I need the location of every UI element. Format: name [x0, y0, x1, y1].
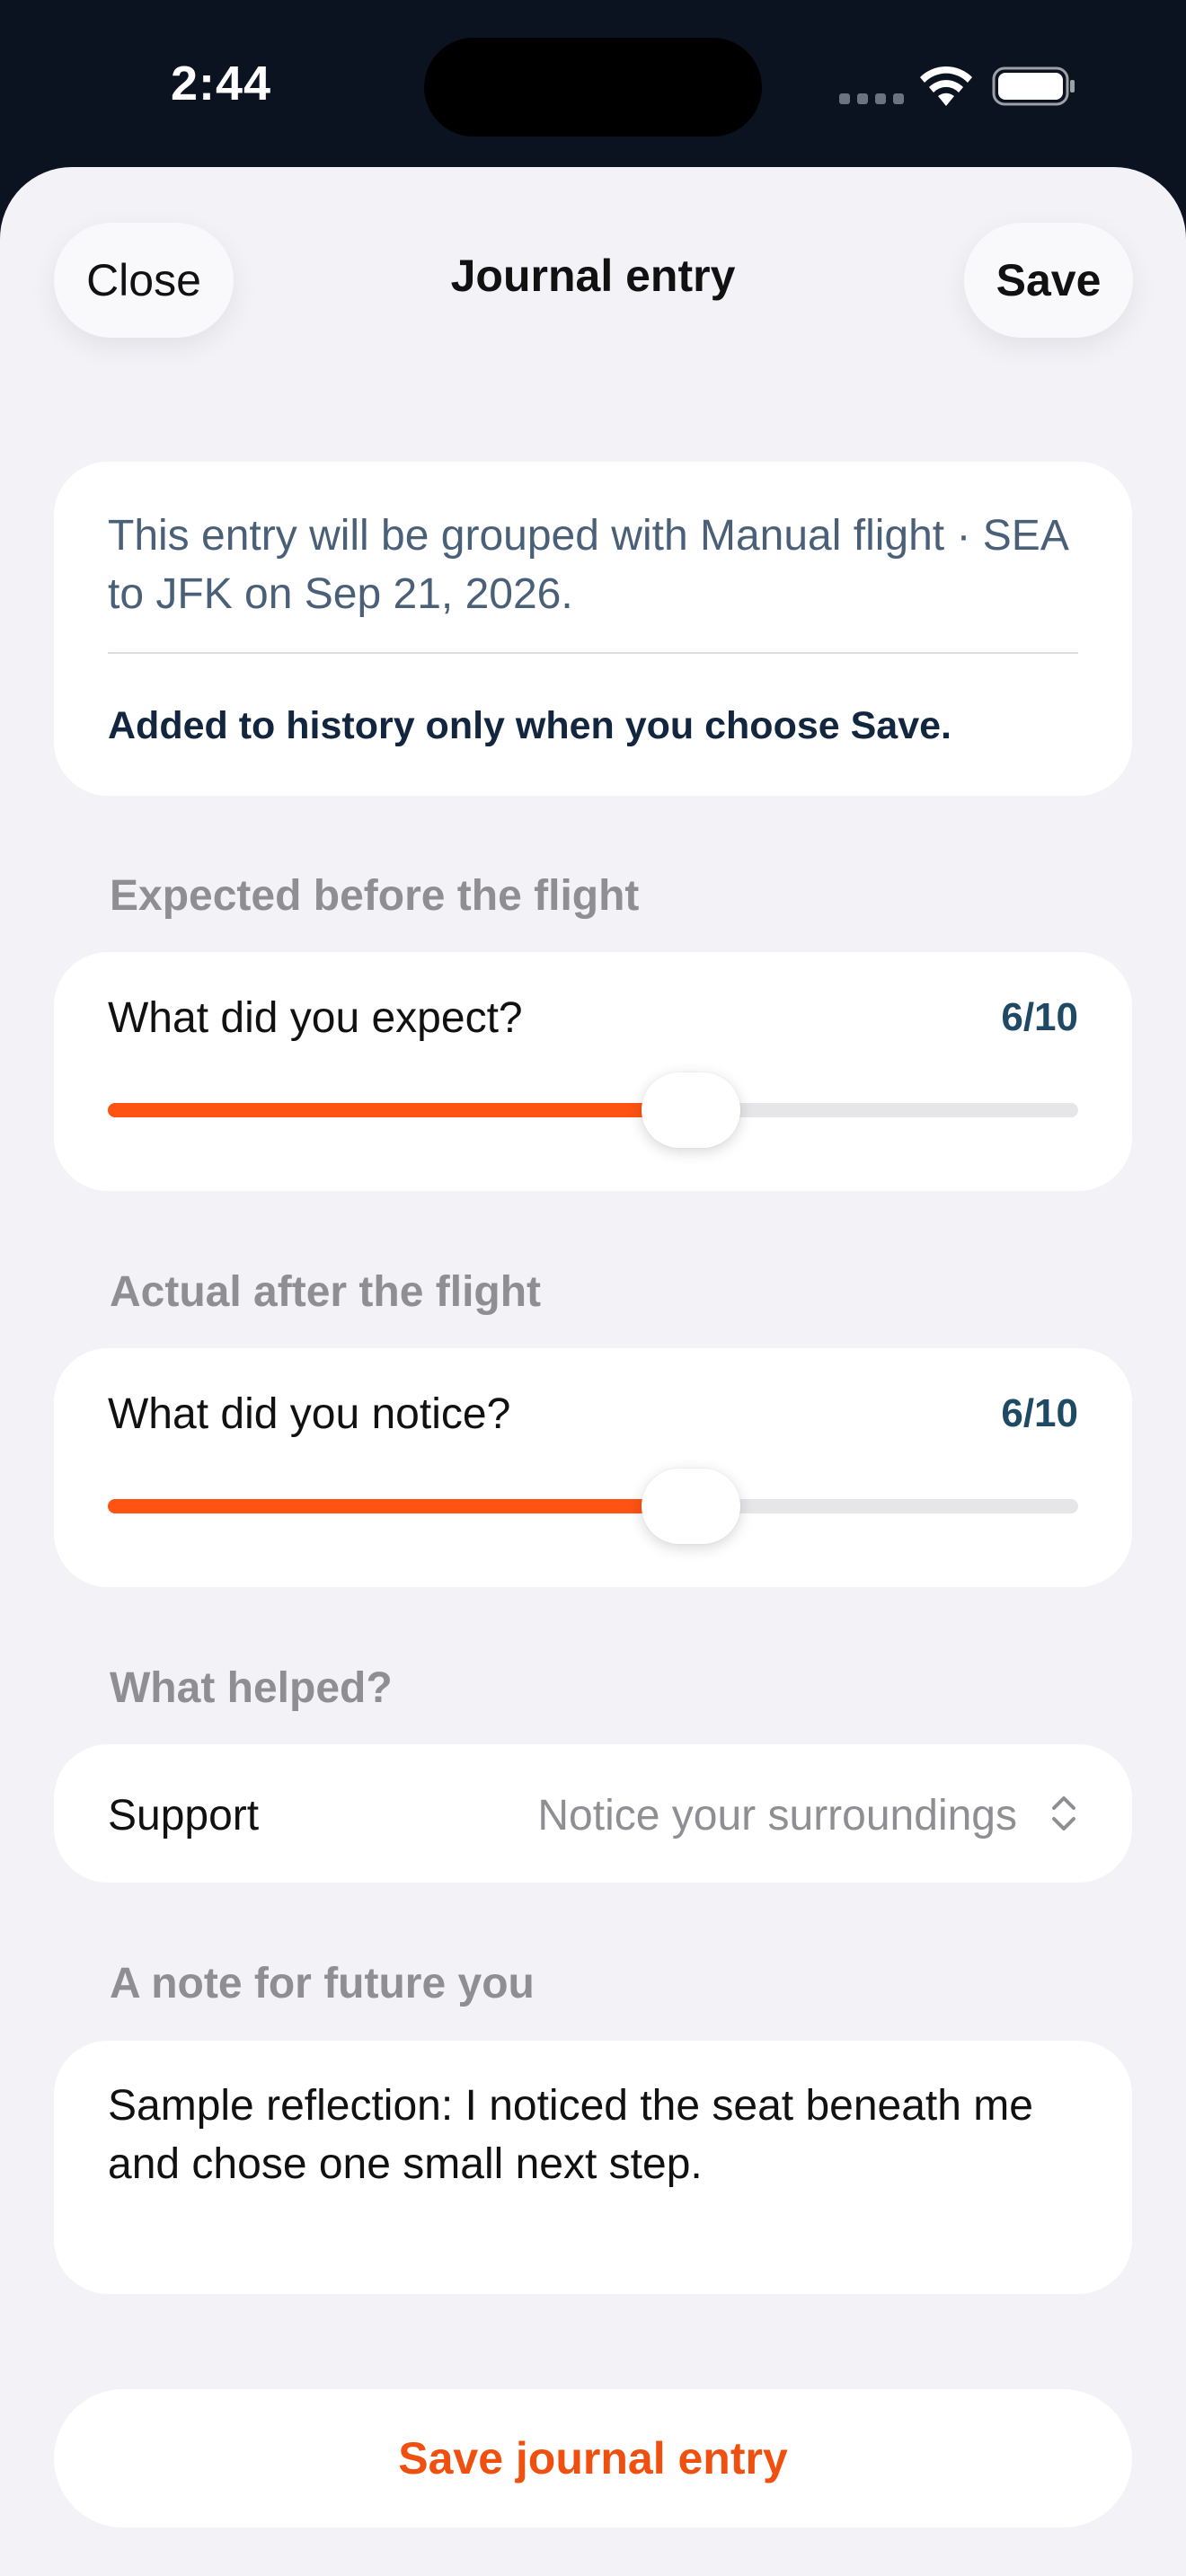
- expected-section-label: Expected before the flight: [110, 872, 640, 920]
- expected-card: What did you expect? 6/10: [54, 952, 1132, 1191]
- history-note: Added to history only when you choose Sa…: [108, 704, 951, 747]
- actual-card: What did you notice? 6/10: [54, 1348, 1132, 1587]
- actual-value: 6/10: [1001, 1391, 1078, 1435]
- support-picker[interactable]: Support Notice your surroundings: [54, 1744, 1132, 1883]
- expected-value: 6/10: [1001, 995, 1078, 1039]
- actual-slider-track[interactable]: [108, 1469, 1078, 1544]
- chevron-up-down-icon: [1052, 1796, 1075, 1831]
- note-section-label: A note for future you: [110, 1960, 535, 2007]
- expected-slider-thumb[interactable]: [642, 1072, 740, 1148]
- support-label: Support: [108, 1792, 260, 1839]
- expected-slider-track[interactable]: [108, 1072, 1078, 1148]
- actual-question: What did you notice?: [108, 1390, 511, 1438]
- grouping-text: This entry will be grouped with Manual f…: [108, 512, 1067, 618]
- note-text[interactable]: Sample reflection: I noticed the seat be…: [108, 2077, 1078, 2193]
- save-journal-entry-button[interactable]: Save journal entry: [54, 2389, 1132, 2527]
- save-button[interactable]: Save: [964, 223, 1133, 338]
- battery-icon: [992, 66, 1075, 106]
- expected-question: What did you expect?: [108, 994, 523, 1042]
- note-field[interactable]: Sample reflection: I noticed the seat be…: [54, 2041, 1132, 2294]
- info-divider: [108, 652, 1078, 654]
- actual-slider-thumb[interactable]: [642, 1469, 740, 1544]
- status-time: 2:44: [171, 57, 272, 110]
- status-bar: 2:44: [0, 0, 1186, 171]
- support-selected-value[interactable]: Notice your surroundings: [537, 1791, 1017, 1840]
- cellular-signal-icon: [839, 93, 904, 104]
- expected-slider-fill: [108, 1103, 690, 1117]
- wifi-icon: [920, 66, 972, 106]
- dynamic-island: [424, 38, 762, 137]
- helped-section-label: What helped?: [110, 1664, 393, 1712]
- actual-section-label: Actual after the flight: [110, 1268, 542, 1316]
- actual-slider-fill: [108, 1499, 690, 1513]
